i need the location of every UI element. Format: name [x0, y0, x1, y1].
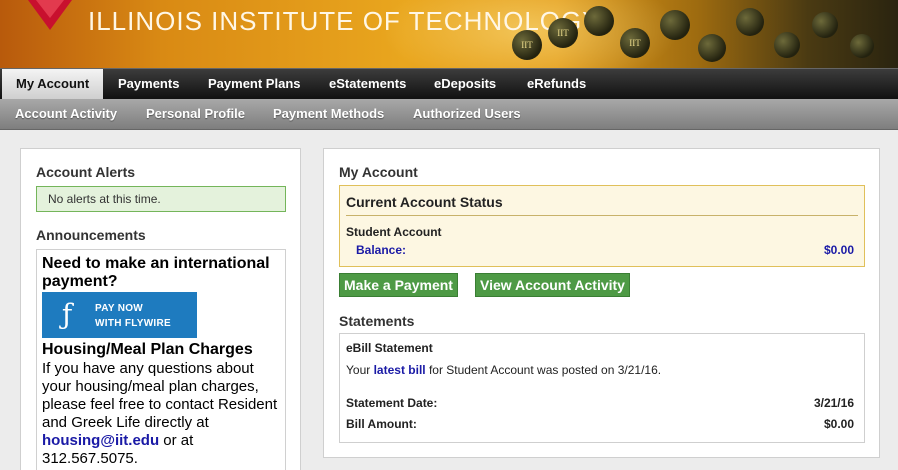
flywire-logo-icon: ƒ [61, 298, 73, 331]
announcements-title: Announcements [36, 227, 146, 243]
account-status-header: Current Account Status [346, 192, 858, 216]
balance-value: $0.00 [823, 243, 854, 257]
ebill-statement-box: eBill Statement Your latest bill for Stu… [339, 333, 865, 443]
balance-label: Balance: [356, 243, 407, 257]
international-payment-heading: Need to make an international payment? [42, 255, 270, 290]
housing-text: If you have any questions about your hou… [42, 360, 278, 431]
circle-label: IIT [629, 38, 641, 48]
housing-body: If you have any questions about your hou… [42, 360, 282, 468]
nav-tab-estatements[interactable]: eStatements [329, 69, 406, 99]
nav-tab-payment-plans[interactable]: Payment Plans [208, 69, 301, 99]
alerts-announcements-panel: Account Alerts No alerts at this time. A… [20, 148, 301, 470]
decorative-circle-icon [660, 10, 690, 40]
decorative-circle-icon: IIT [548, 18, 578, 48]
ebill-prefix: Your [346, 363, 371, 377]
my-account-title: My Account [339, 164, 418, 180]
subnav-personal-profile[interactable]: Personal Profile [146, 99, 245, 129]
flywire-label: PAY NOW WITH FLYWIRE [95, 301, 171, 331]
bill-amount-label: Bill Amount: [346, 417, 417, 431]
nav-tab-edeposits[interactable]: eDeposits [434, 69, 496, 99]
decorative-circle-icon [850, 34, 874, 58]
my-account-panel: My Account Current Account Status Studen… [323, 148, 880, 458]
decorative-circle-icon [774, 32, 800, 58]
announcements-box: Need to make an international payment? ƒ… [36, 249, 286, 470]
decorative-circle-icon [736, 8, 764, 36]
ebill-title: eBill Statement [346, 341, 433, 355]
circle-label: IIT [557, 28, 569, 38]
latest-bill-link[interactable]: latest bill [374, 363, 426, 377]
student-account-label: Student Account [346, 225, 442, 239]
subnav-payment-methods[interactable]: Payment Methods [273, 99, 384, 129]
decorative-circle-icon [698, 34, 726, 62]
ebill-message: Your latest bill for Student Account was… [346, 363, 661, 377]
housing-or-text: or at [163, 432, 194, 449]
pay-with-flywire-button[interactable]: ƒ PAY NOW WITH FLYWIRE [42, 292, 197, 338]
decorative-circle-icon: IIT [620, 28, 650, 58]
alert-message: No alerts at this time. [36, 186, 286, 212]
secondary-nav: Account Activity Personal Profile Paymen… [0, 99, 898, 130]
statement-date-label: Statement Date: [346, 396, 438, 410]
ebill-suffix: for Student Account was posted on 3/21/1… [428, 363, 662, 377]
view-account-activity-button[interactable]: View Account Activity [475, 273, 630, 297]
decorative-circle-icon [584, 6, 614, 36]
decorative-circle-icon: IIT [512, 30, 542, 60]
decorative-circle-icon [812, 12, 838, 38]
housing-heading: Housing/Meal Plan Charges [42, 341, 253, 358]
make-payment-button[interactable]: Make a Payment [339, 273, 458, 297]
account-alerts-title: Account Alerts [36, 164, 136, 180]
flywire-line-2: WITH FLYWIRE [95, 318, 172, 329]
account-status-box: Current Account Status Student Account B… [339, 185, 865, 267]
subnav-authorized-users[interactable]: Authorized Users [413, 99, 521, 129]
nav-tab-payments[interactable]: Payments [118, 69, 179, 99]
circle-label: IIT [521, 40, 533, 50]
flywire-line-1: PAY NOW [95, 303, 144, 314]
housing-email-link[interactable]: housing@iit.edu [42, 432, 159, 449]
nav-tab-erefunds[interactable]: eRefunds [527, 69, 586, 99]
iit-logo-icon [28, 0, 72, 30]
primary-nav: My Account Payments Payment Plans eState… [0, 68, 898, 99]
header-banner: ILLINOIS INSTITUTE OF TECHNOLOGY IIT IIT… [0, 0, 898, 68]
statements-title: Statements [339, 313, 415, 329]
subnav-account-activity[interactable]: Account Activity [15, 99, 117, 129]
statement-date-value: 3/21/16 [813, 396, 854, 410]
nav-tab-my-account[interactable]: My Account [2, 69, 104, 99]
housing-phone: 312.567.5075. [42, 450, 138, 467]
bill-amount-value: $0.00 [823, 417, 854, 431]
